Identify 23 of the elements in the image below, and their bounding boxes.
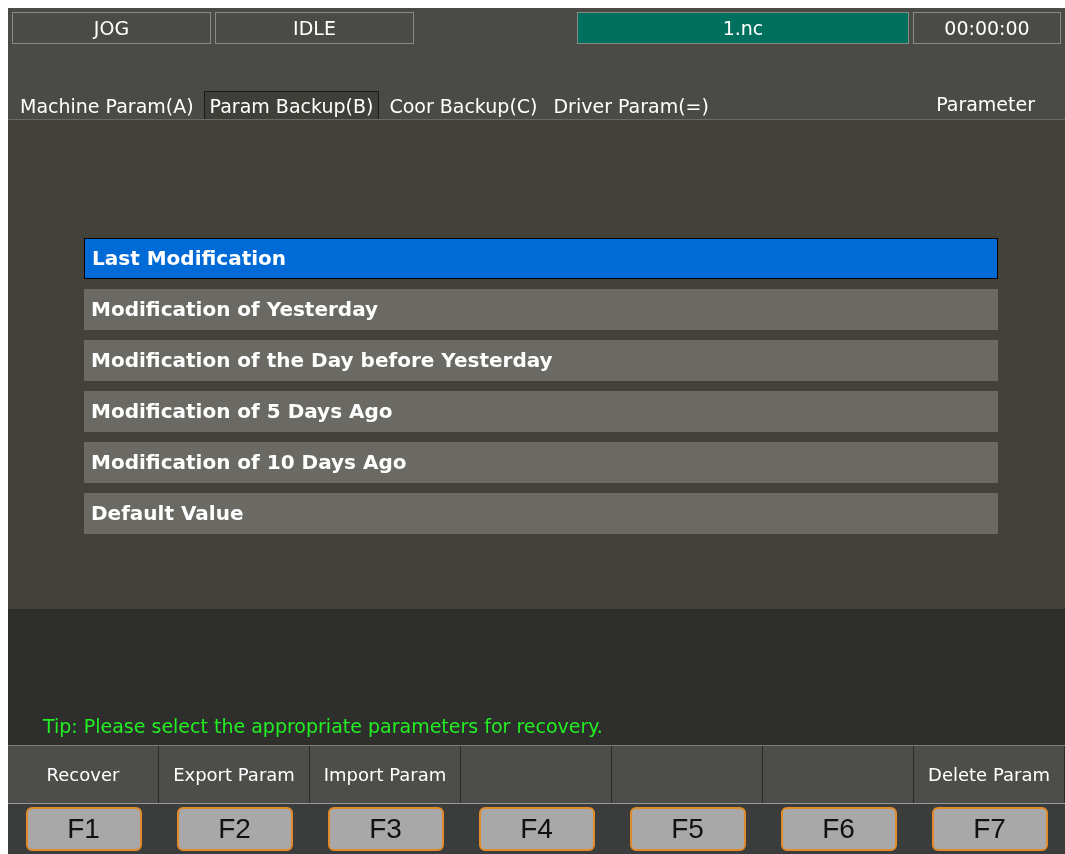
backup-list-item[interactable]: Modification of 5 Days Ago <box>84 390 998 432</box>
function-key[interactable]: F5 <box>629 807 746 852</box>
page-title: Parameter <box>936 92 1035 117</box>
backup-list-item[interactable]: Modification of 10 Days Ago <box>84 441 998 483</box>
tip-message: Tip: Please select the appropriate parameters for recovery. <box>43 714 603 737</box>
mode-indicator: JOG <box>12 12 211 44</box>
function-key[interactable]: F2 <box>176 807 293 852</box>
backup-list-item[interactable]: Modification of Yesterday <box>84 288 998 330</box>
file-name: 1.nc <box>577 12 909 44</box>
state-indicator: IDLE <box>215 12 414 44</box>
tab[interactable]: Machine Param(A) <box>14 90 200 119</box>
tab[interactable]: Coor Backup(C) <box>383 90 544 119</box>
function-key[interactable]: F1 <box>25 807 142 852</box>
function-key[interactable]: F6 <box>780 807 897 852</box>
function-key[interactable]: F3 <box>327 807 444 852</box>
timer: 00:00:00 <box>913 12 1061 44</box>
function-key[interactable]: F4 <box>478 807 595 852</box>
backup-list-item[interactable]: Last Modification <box>84 237 998 279</box>
tab[interactable]: Driver Param(=) <box>547 90 715 119</box>
backup-list-item[interactable]: Modification of the Day before Yesterday <box>84 339 998 381</box>
backup-list-item[interactable]: Default Value <box>84 492 998 534</box>
tab[interactable]: Param Backup(B) <box>203 90 380 119</box>
function-key[interactable]: F7 <box>931 807 1048 852</box>
